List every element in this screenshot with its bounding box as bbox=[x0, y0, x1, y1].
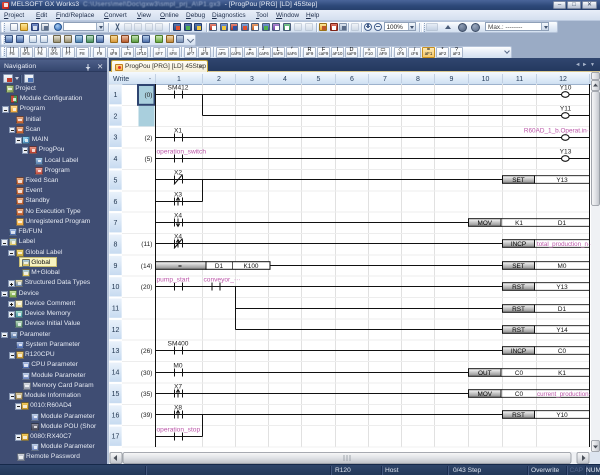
svg-text:SM400: SM400 bbox=[168, 340, 189, 347]
svg-text:RST: RST bbox=[512, 306, 525, 313]
svg-text:R60AD_1_b.Operat.in··: R60AD_1_b.Operat.in·· bbox=[524, 128, 591, 135]
svg-text:C0: C0 bbox=[558, 348, 567, 355]
svg-text:M0: M0 bbox=[173, 362, 182, 369]
svg-text:Y10: Y10 bbox=[556, 412, 568, 419]
svg-text:1: 1 bbox=[177, 76, 181, 83]
svg-text:8: 8 bbox=[416, 76, 420, 83]
svg-text:(2): (2) bbox=[144, 135, 152, 142]
svg-text:(11): (11) bbox=[141, 241, 152, 248]
svg-text:SM412: SM412 bbox=[168, 84, 189, 91]
svg-text:INCP: INCP bbox=[511, 348, 526, 355]
svg-text:(20): (20) bbox=[141, 284, 153, 291]
svg-text:11: 11 bbox=[112, 306, 119, 313]
svg-text:=: = bbox=[178, 263, 182, 270]
svg-text:C0: C0 bbox=[515, 391, 524, 398]
svg-text:2: 2 bbox=[217, 76, 221, 83]
svg-text:5: 5 bbox=[317, 76, 321, 83]
svg-text:(35): (35) bbox=[141, 391, 153, 398]
svg-text:X1: X1 bbox=[174, 127, 182, 134]
svg-text:10: 10 bbox=[112, 284, 120, 291]
svg-text:4: 4 bbox=[114, 156, 118, 163]
svg-text:Y11: Y11 bbox=[560, 106, 572, 113]
svg-text:-: - bbox=[149, 76, 151, 83]
svg-text:12: 12 bbox=[112, 327, 120, 334]
svg-text:1: 1 bbox=[114, 92, 118, 99]
svg-text:K1: K1 bbox=[558, 370, 566, 377]
svg-text:16: 16 bbox=[112, 412, 120, 419]
svg-text:Y13: Y13 bbox=[560, 149, 572, 156]
svg-text:Write: Write bbox=[113, 76, 129, 83]
svg-text:total_production_n··: total_production_n·· bbox=[537, 241, 592, 248]
svg-text:RST: RST bbox=[512, 412, 525, 419]
svg-text:Y10: Y10 bbox=[560, 85, 572, 92]
svg-text:Y13: Y13 bbox=[556, 284, 568, 291]
svg-text:9: 9 bbox=[114, 263, 118, 270]
svg-text:(30): (30) bbox=[141, 370, 153, 377]
svg-text:17: 17 bbox=[112, 434, 120, 441]
svg-text:3: 3 bbox=[250, 76, 254, 83]
svg-text:OUT: OUT bbox=[478, 370, 492, 377]
svg-text:(5): (5) bbox=[144, 156, 152, 163]
svg-text:2: 2 bbox=[114, 113, 118, 120]
svg-text:6: 6 bbox=[350, 76, 354, 83]
svg-text:11: 11 bbox=[516, 76, 523, 83]
svg-text:SET: SET bbox=[512, 263, 525, 270]
svg-text:13: 13 bbox=[112, 348, 120, 355]
svg-text:5: 5 bbox=[114, 177, 118, 184]
svg-text:12: 12 bbox=[559, 76, 567, 83]
svg-text:D1: D1 bbox=[215, 263, 224, 270]
svg-text:14: 14 bbox=[112, 370, 120, 377]
svg-text:3: 3 bbox=[114, 135, 118, 142]
svg-text:Y13: Y13 bbox=[556, 177, 568, 184]
svg-text:7: 7 bbox=[114, 220, 118, 227]
svg-text:10: 10 bbox=[482, 76, 490, 83]
svg-text:current_production··: current_production·· bbox=[537, 391, 593, 398]
svg-text:(39): (39) bbox=[141, 412, 153, 419]
svg-text:operation_switch: operation_switch bbox=[157, 148, 207, 155]
svg-text:Y14: Y14 bbox=[556, 327, 568, 334]
svg-text:X7: X7 bbox=[174, 383, 182, 390]
svg-text:7: 7 bbox=[383, 76, 387, 83]
svg-text:(0): (0) bbox=[144, 92, 152, 99]
svg-text:K100: K100 bbox=[244, 263, 259, 270]
svg-text:(26): (26) bbox=[141, 348, 153, 355]
svg-text:pump_start: pump_start bbox=[157, 276, 190, 283]
svg-text:X3: X3 bbox=[174, 191, 182, 198]
svg-text:RST: RST bbox=[512, 284, 525, 291]
svg-text:6: 6 bbox=[114, 199, 118, 206]
svg-text:8: 8 bbox=[114, 241, 118, 248]
svg-text:SET: SET bbox=[512, 177, 525, 184]
svg-text:INCP: INCP bbox=[511, 241, 526, 248]
svg-text:9: 9 bbox=[450, 76, 454, 83]
svg-text:D1: D1 bbox=[558, 220, 567, 227]
svg-text:C0: C0 bbox=[515, 370, 524, 377]
svg-text:4: 4 bbox=[283, 76, 287, 83]
svg-text:K1: K1 bbox=[515, 220, 523, 227]
svg-text:operation_stop: operation_stop bbox=[157, 426, 201, 433]
svg-text:M0: M0 bbox=[558, 263, 567, 270]
svg-text:X8: X8 bbox=[174, 404, 182, 411]
svg-text:X2: X2 bbox=[174, 169, 182, 176]
svg-text:15: 15 bbox=[112, 391, 120, 398]
svg-text:RST: RST bbox=[512, 327, 525, 334]
svg-text:X4: X4 bbox=[174, 212, 182, 219]
svg-text:(14): (14) bbox=[141, 263, 153, 270]
svg-text:D1: D1 bbox=[558, 306, 567, 313]
svg-text:MOV: MOV bbox=[478, 220, 493, 227]
svg-text:MOV: MOV bbox=[478, 391, 493, 398]
svg-text:X4: X4 bbox=[174, 233, 182, 240]
svg-text:conveyor_···: conveyor_··· bbox=[204, 276, 241, 283]
